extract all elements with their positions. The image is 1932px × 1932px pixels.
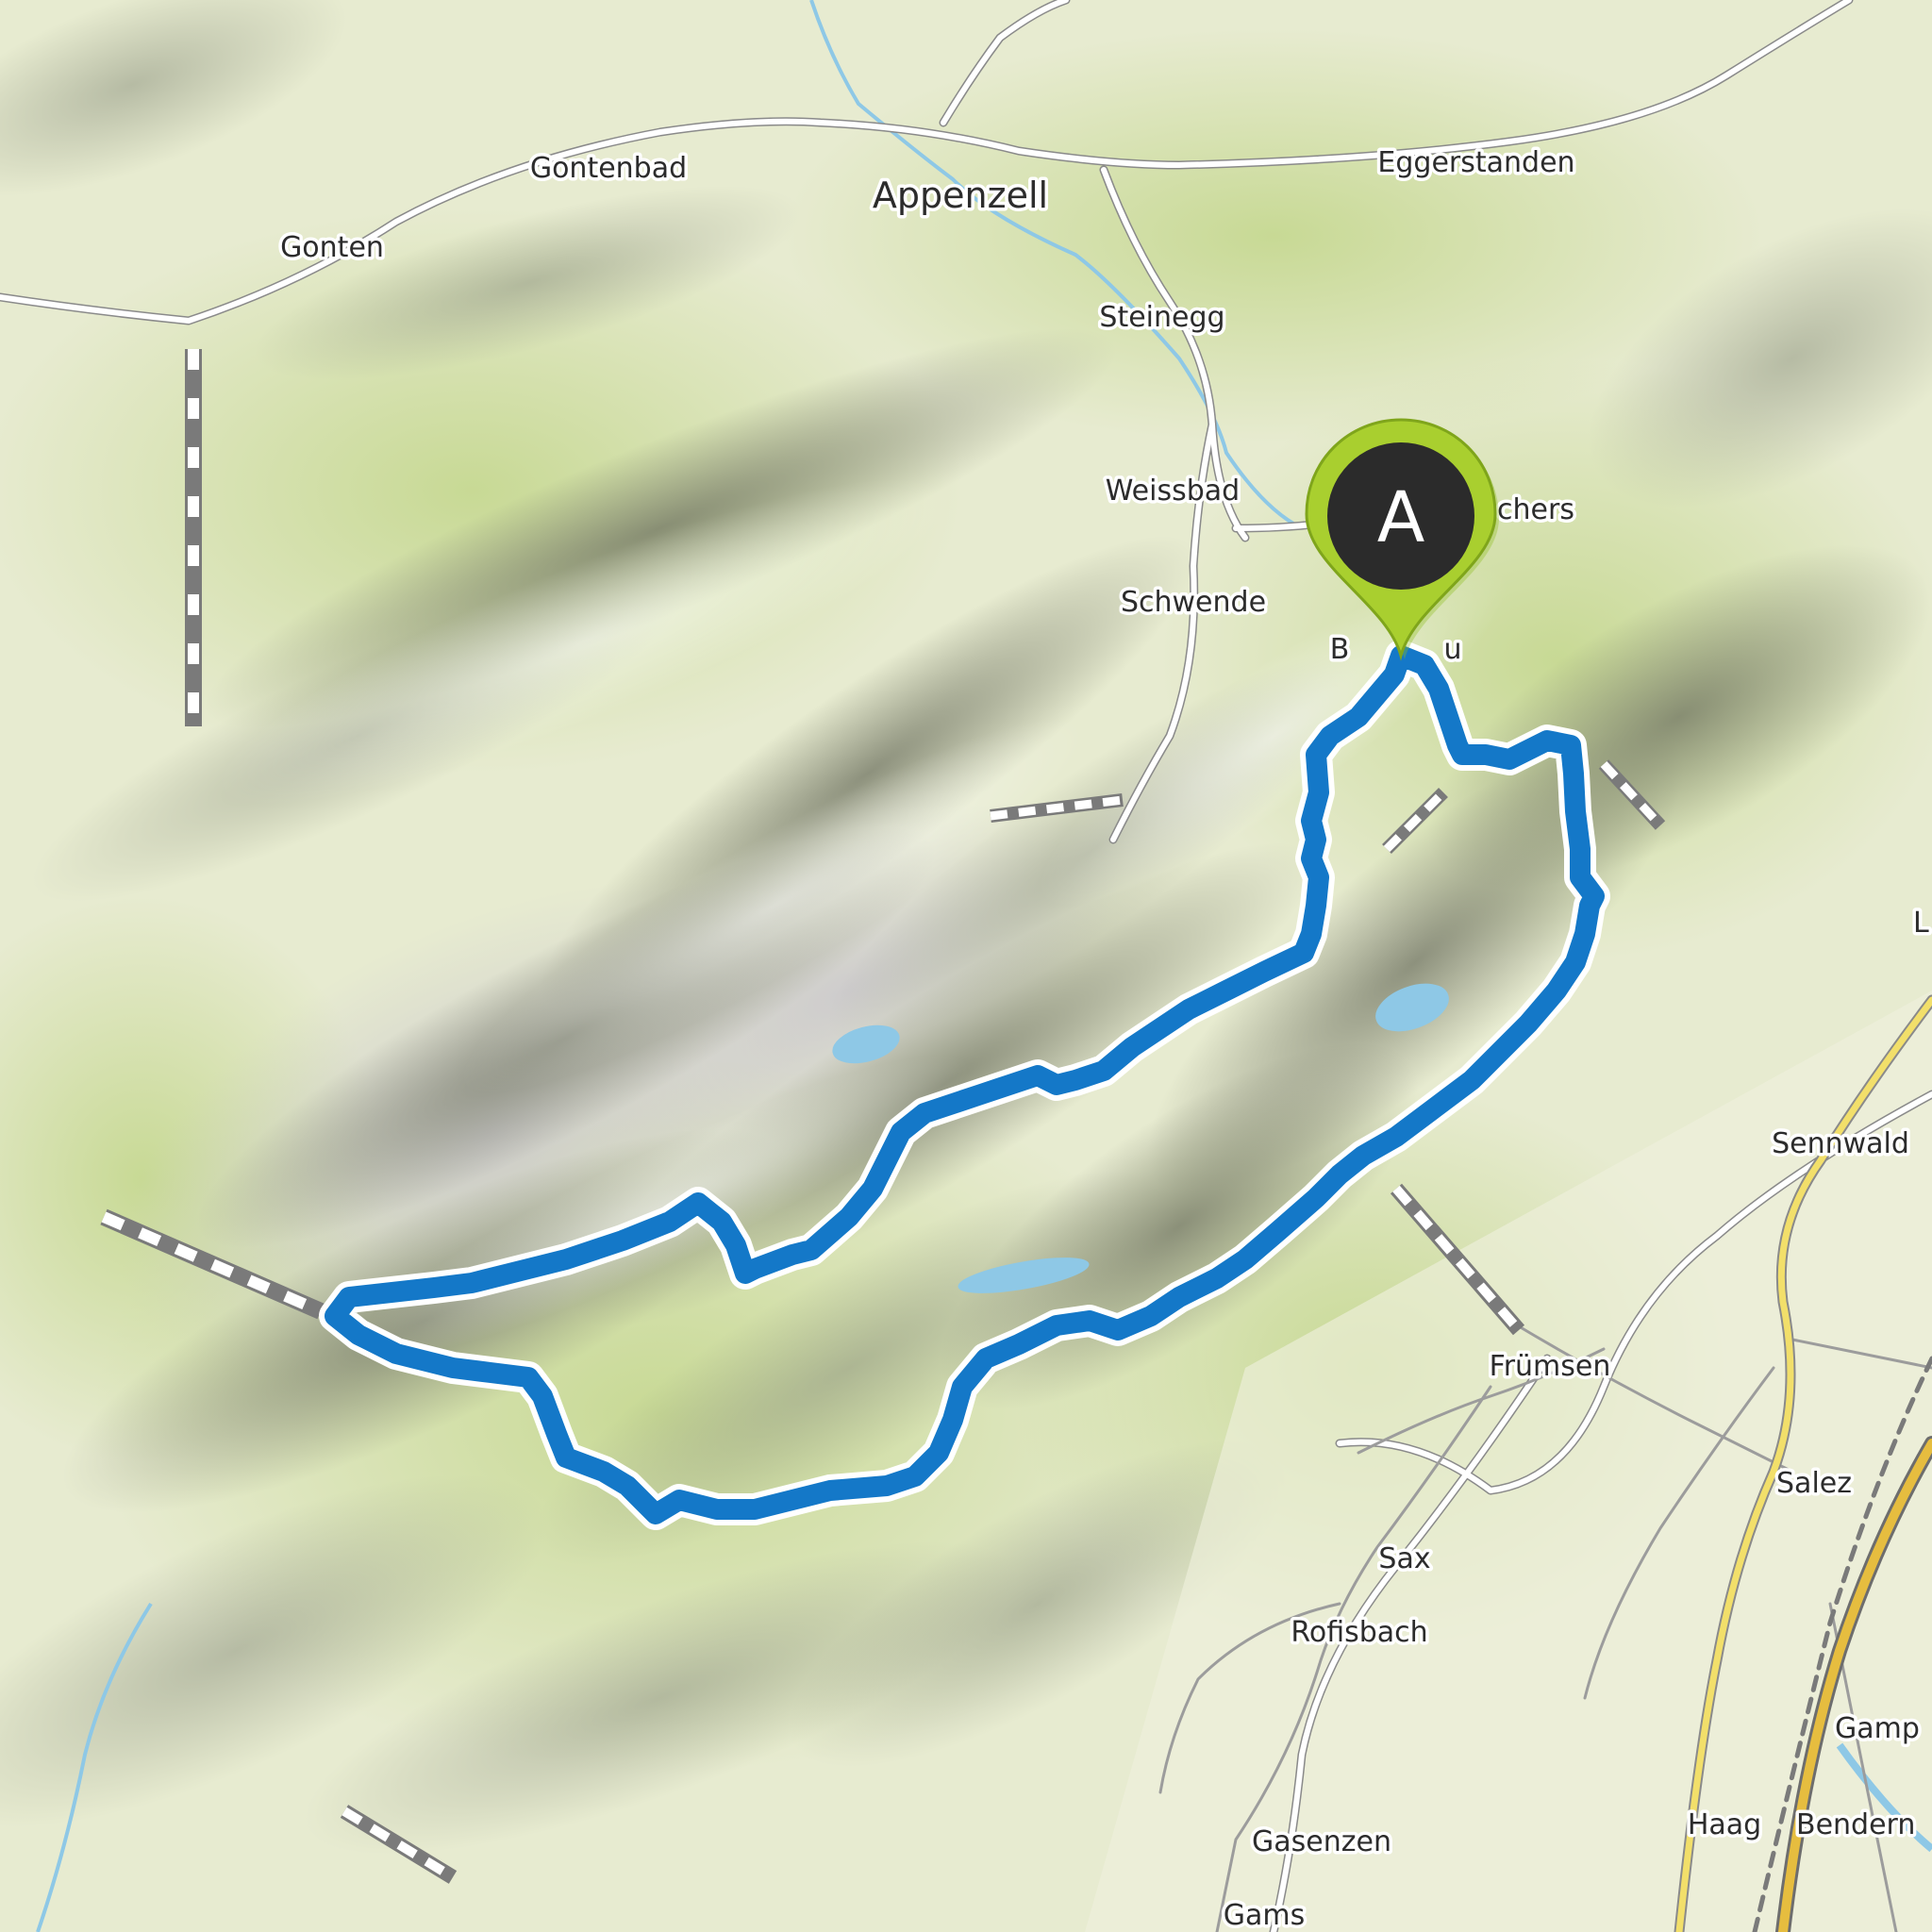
place-label-schwende: Schwende <box>1121 586 1266 619</box>
place-label-gams: Gams <box>1224 1899 1305 1932</box>
place-label-steinegg: Steinegg <box>1099 301 1224 334</box>
terrain-layer <box>0 0 1932 1932</box>
topo-map[interactable]: Gontenbad Gonten Appenzell Eggerstanden … <box>0 0 1932 1932</box>
place-label-salez: Salez <box>1776 1467 1852 1500</box>
place-label-weissbad: Weissbad <box>1106 475 1240 508</box>
place-label-eichers-partial: chers <box>1497 493 1574 526</box>
place-label-brulisau-end: u <box>1443 633 1461 666</box>
place-label-sennwald: Sennwald <box>1772 1127 1909 1160</box>
place-label-frumsen: Frümsen <box>1490 1350 1611 1383</box>
place-label-appenzell: Appenzell <box>873 175 1048 216</box>
place-label-eggerstanden: Eggerstanden <box>1377 146 1574 179</box>
place-label-brulisau-partial: B <box>1330 633 1350 666</box>
place-label-gontenbad: Gontenbad <box>530 152 687 185</box>
place-label-gonten: Gonten <box>280 231 384 264</box>
place-label-bendern: Bendern <box>1796 1808 1915 1841</box>
place-label-gamp-partial: Gamp <box>1835 1712 1920 1745</box>
place-label-gasenzen: Gasenzen <box>1252 1825 1391 1858</box>
place-label-rofisbach: Rofisbach <box>1291 1616 1427 1649</box>
place-label-edge-l: L <box>1913 907 1929 940</box>
place-label-sax: Sax <box>1378 1542 1430 1575</box>
place-label-haag: Haag <box>1688 1808 1761 1841</box>
start-marker-letter: A <box>1377 477 1425 558</box>
